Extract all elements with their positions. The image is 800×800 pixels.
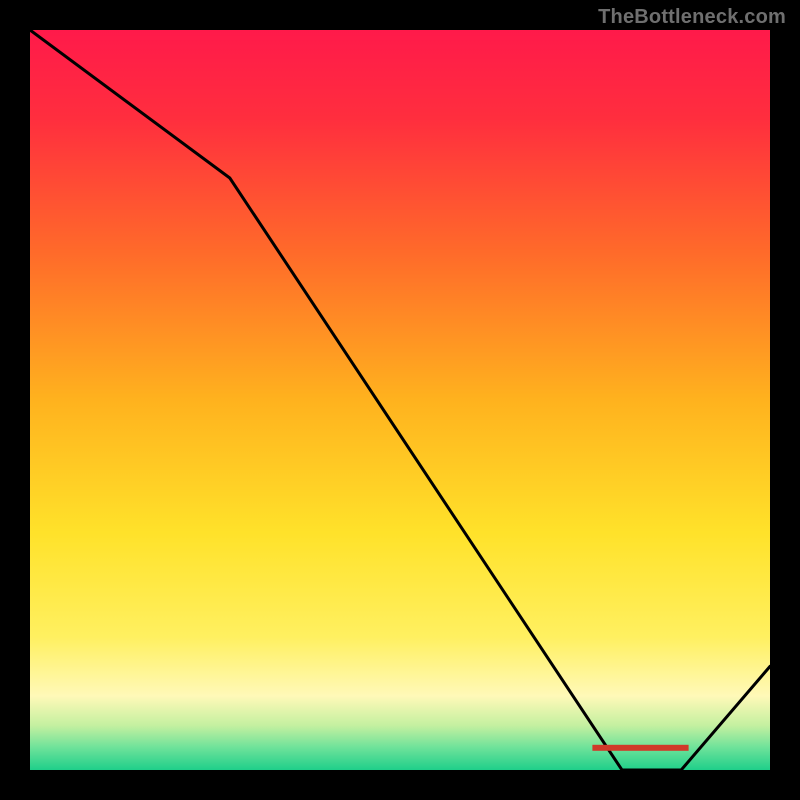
gradient-background — [30, 30, 770, 770]
ideal-marker — [592, 745, 688, 751]
chart-svg — [30, 30, 770, 770]
watermark-label: TheBottleneck.com — [598, 6, 786, 29]
chart-container — [30, 30, 770, 770]
